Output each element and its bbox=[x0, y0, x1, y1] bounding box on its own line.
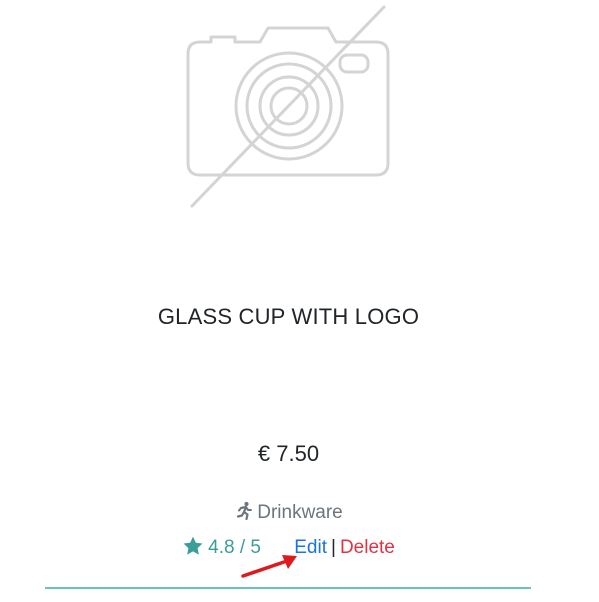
product-meta-row: 4.8 / 5 Edit | Delete bbox=[0, 535, 577, 559]
star-icon bbox=[183, 536, 203, 555]
product-rating: 4.8 / 5 bbox=[182, 536, 266, 558]
delete-link[interactable]: Delete bbox=[340, 537, 395, 558]
edit-link[interactable]: Edit bbox=[294, 537, 327, 558]
rating-label: 4.8 / 5 bbox=[208, 537, 261, 558]
product-category: Drinkware bbox=[0, 501, 577, 524]
action-separator: | bbox=[331, 537, 336, 558]
no-image-camera-icon bbox=[186, 5, 390, 208]
product-price: € 7.50 bbox=[257, 441, 320, 466]
product-title[interactable]: GLASS CUP WITH LOGO bbox=[0, 304, 577, 330]
card-bottom-border bbox=[45, 587, 531, 589]
running-person-icon bbox=[237, 501, 253, 521]
category-label: Drinkware bbox=[257, 502, 343, 523]
product-card: GLASS CUP WITH LOGO € 7.50 Drinkware 4.8… bbox=[0, 0, 599, 602]
